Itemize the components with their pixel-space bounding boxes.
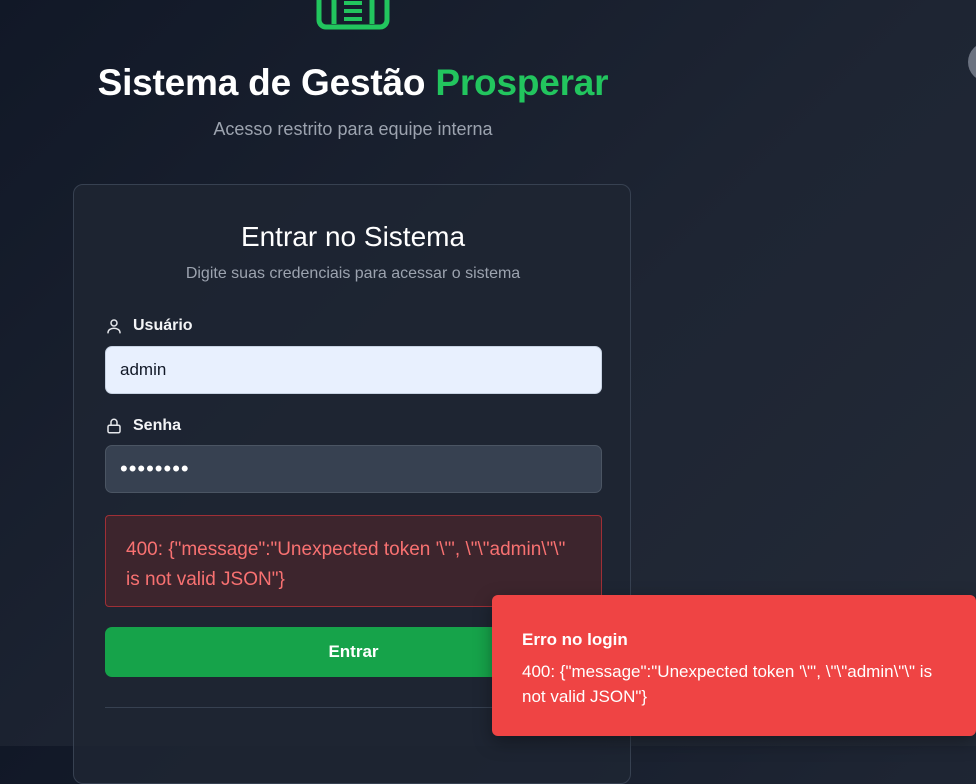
login-card-title: Entrar no Sistema <box>240 221 466 252</box>
app-subtitle: Acesso restrito para equipe interna <box>213 119 493 139</box>
user-icon <box>107 319 121 334</box>
username-value: admin <box>120 360 167 379</box>
username-label-text: Usuário <box>133 317 193 334</box>
theme-toggle-button[interactable] <box>968 42 976 82</box>
username-label: Usuário <box>105 315 193 337</box>
password-label: Senha <box>105 415 181 437</box>
login-card-subtitle: Digite suas credenciais para acessar o s… <box>185 265 521 282</box>
app-title-accent: Prosperar <box>435 62 609 103</box>
password-value: •••••••• <box>120 456 190 481</box>
error-alert-text: 400: {"message":"Unexpected token '\"', … <box>126 539 566 590</box>
password-label-text: Senha <box>133 417 182 434</box>
toast-message: 400: {"message":"Unexpected token '\"', … <box>522 662 933 706</box>
password-input[interactable]: •••••••• <box>105 445 602 493</box>
building-logo-icon <box>316 0 390 30</box>
login-submit-label: Entrar <box>328 642 379 661</box>
app-title: Sistema de Gestão Prosperar <box>0 62 706 104</box>
error-toast[interactable]: Erro no login 400: {"message":"Unexpecte… <box>492 595 976 736</box>
app-title-main: Sistema de Gestão <box>97 62 426 103</box>
username-input[interactable]: admin <box>105 346 602 394</box>
lock-icon <box>107 418 121 434</box>
error-alert: 400: {"message":"Unexpected token '\"', … <box>105 515 602 607</box>
toast-title: Erro no login <box>522 630 628 649</box>
